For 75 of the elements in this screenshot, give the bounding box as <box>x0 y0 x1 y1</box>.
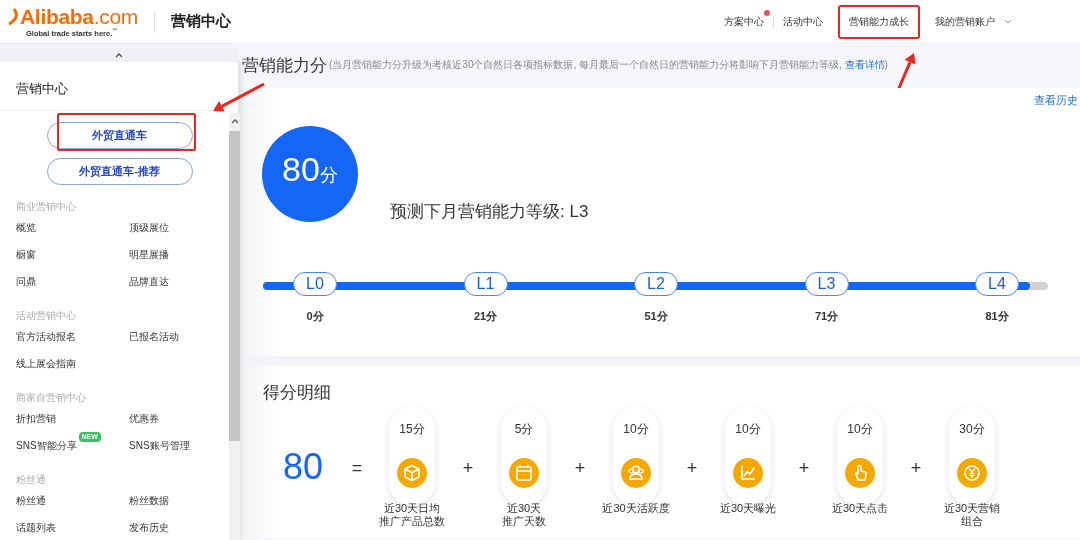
metric-points: 10分 <box>735 422 761 436</box>
level-score: 21分 <box>473 309 498 324</box>
level-score: 0分 <box>306 309 324 324</box>
hand-pointer-icon <box>845 458 875 488</box>
menu-link[interactable]: 粉丝数据 <box>129 495 169 506</box>
chevron-up-icon[interactable] <box>230 117 239 125</box>
group-heading: 粉丝通 <box>16 473 47 487</box>
menu-link[interactable]: 折扣营销 <box>16 413 56 424</box>
details-link[interactable]: 查看详情 <box>844 59 885 70</box>
menu-link[interactable]: 线上展会指南 <box>16 358 76 369</box>
score-badge: 80分 <box>262 126 358 222</box>
cube-icon <box>397 458 427 488</box>
metric-points: 5分 <box>514 422 534 436</box>
menu-link[interactable]: 已报名活动 <box>129 331 179 342</box>
menu-link[interactable]: 官方活动报名 <box>16 331 76 342</box>
line-chart-icon <box>733 458 763 488</box>
metric-label: 近30天活跃度 <box>602 502 670 515</box>
plus-sign: + <box>461 457 475 478</box>
metric-points: 10分 <box>623 422 649 436</box>
metric-label: 近30天日均 推广产品总数 <box>379 502 445 528</box>
metric-label: 近30天点击 <box>831 502 889 515</box>
equals-sign: = <box>350 457 364 478</box>
level-score: 81分 <box>985 309 1009 324</box>
menu-link[interactable]: 概览 <box>16 222 36 233</box>
plus-sign: + <box>797 457 811 478</box>
menu-link[interactable]: SNS账号管理 <box>129 440 190 451</box>
calendar-icon <box>509 458 539 488</box>
metric-points: 15分 <box>399 422 425 436</box>
menu-link[interactable]: 优惠券 <box>129 413 159 424</box>
menu-link[interactable]: 问鼎 <box>16 276 36 287</box>
people-icon <box>621 458 651 488</box>
section-title: 得分明细 <box>263 382 332 404</box>
page-title: 营销能力分 <box>242 54 327 77</box>
menu-link[interactable]: 橱窗 <box>16 249 36 260</box>
level-marker: L3 <box>804 272 849 296</box>
group-heading: 商业营销中心 <box>16 200 77 214</box>
nav-link[interactable]: 营销能力成长 <box>840 14 918 29</box>
level-marker: L1 <box>463 272 508 296</box>
app-title: 营销中心 <box>171 12 232 31</box>
level-score: 71分 <box>814 309 839 324</box>
menu-link[interactable]: 品牌直达 <box>129 276 169 287</box>
level-marker: L4 <box>975 272 1019 296</box>
total-score: 80 <box>281 445 324 485</box>
metric-points: 10分 <box>847 422 873 436</box>
level-prediction: 预测下月营销能力等级: L3 <box>390 201 589 223</box>
menu-link[interactable]: SNS智能分享 <box>16 440 77 451</box>
plus-sign: + <box>909 457 923 478</box>
title-note: (当月营销能力分升级为考核近30个自然日各项指标数据, 每月最后一个自然日的营销能力分将影响下月营销能力等级, 查看详情) <box>329 58 888 72</box>
metric-points: 30分 <box>959 422 985 436</box>
menu-button[interactable]: 外贸直通车-推荐 <box>46 158 193 185</box>
history-link[interactable]: 查看历史 <box>1034 93 1078 108</box>
level-marker: L2 <box>634 272 678 296</box>
plus-sign: + <box>685 457 699 478</box>
metric-label: 近30天曝光 <box>719 502 777 515</box>
scrollbar[interactable] <box>229 113 240 540</box>
menu-link[interactable]: 顶级展位 <box>129 222 169 233</box>
metric-label: 近30天 推广天数 <box>502 502 546 528</box>
group-heading: 商家自营销中心 <box>16 391 87 405</box>
nav-link[interactable]: 活动中心 <box>774 14 832 29</box>
swoosh-icon <box>8 6 20 27</box>
menu-title: 营销中心 <box>16 80 69 98</box>
level-score: 51分 <box>644 309 668 324</box>
chevron-down-icon[interactable] <box>1004 18 1012 25</box>
group-heading: 活动营销中心 <box>16 309 77 323</box>
metric-label: 近30天营销 组合 <box>943 502 1001 528</box>
plus-sign: + <box>573 457 587 478</box>
nav-link[interactable]: 方案中心 <box>715 14 773 29</box>
yen-icon <box>957 458 987 488</box>
menu-link[interactable]: 粉丝通 <box>16 495 46 506</box>
menu-link[interactable]: 发布历史 <box>129 522 169 533</box>
level-marker: L0 <box>293 272 337 296</box>
nav-link[interactable]: 我的营销账户 <box>926 14 1004 29</box>
menu-button[interactable]: 外贸直通车 <box>46 122 193 149</box>
menu-link[interactable]: 明星展播 <box>129 249 169 260</box>
menu-link[interactable]: 话题列表 <box>16 522 56 533</box>
